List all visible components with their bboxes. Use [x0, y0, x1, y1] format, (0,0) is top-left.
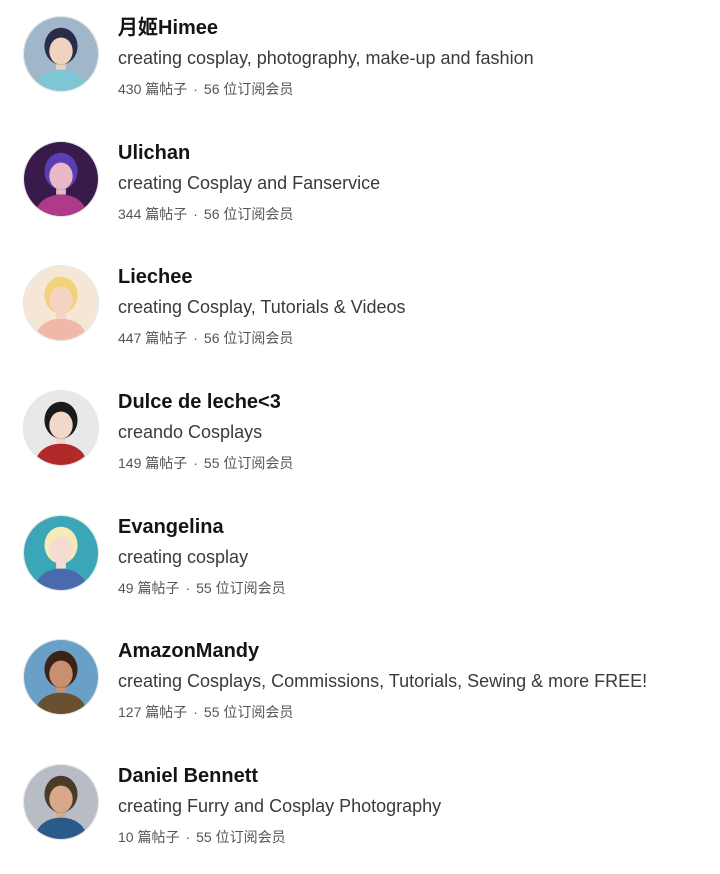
- avatar-shape: [49, 286, 73, 314]
- stat-separator: ·: [185, 580, 191, 596]
- creator-tagline: creating Furry and Cosplay Photography: [118, 796, 442, 816]
- avatar-shape: [49, 411, 73, 439]
- member-count: 55 位订阅会员: [196, 580, 286, 596]
- creator-row[interactable]: Ulichan creating Cosplay and Fanservice …: [0, 141, 720, 251]
- member-count: 56 位订阅会员: [203, 81, 294, 97]
- avatar-shape: [49, 37, 73, 65]
- member-count: 55 位订阅会员: [203, 704, 294, 720]
- avatar-shape: [49, 536, 73, 564]
- avatar-image: [24, 266, 98, 340]
- avatar-image: [24, 516, 98, 590]
- creator-stats: 149 篇帖子 · 55 位订阅会员: [118, 454, 293, 472]
- creator-avatar[interactable]: [23, 16, 99, 92]
- avatar-image: [24, 640, 98, 714]
- avatar-shape: [49, 162, 73, 190]
- post-count: 49 篇帖子: [118, 580, 180, 596]
- post-count: 127 篇帖子: [118, 704, 188, 720]
- creator-row[interactable]: 月姬Himee creating cosplay, photography, m…: [0, 16, 720, 126]
- creator-stats: 430 篇帖子 · 56 位订阅会员: [118, 80, 293, 98]
- post-count: 10 篇帖子: [118, 829, 180, 845]
- creator-avatar[interactable]: [23, 639, 99, 715]
- creator-tagline: creando Cosplays: [118, 422, 263, 442]
- creator-tagline: creating cosplay: [118, 547, 249, 567]
- creator-name[interactable]: Liechee: [118, 265, 192, 289]
- stat-separator: ·: [193, 330, 198, 346]
- avatar-image: [24, 391, 98, 465]
- avatar-shape: [49, 785, 73, 813]
- creator-row[interactable]: Liechee creating Cosplay, Tutorials & Vi…: [0, 265, 720, 375]
- post-count: 430 篇帖子: [118, 81, 188, 97]
- creator-name[interactable]: 月姬Himee: [118, 16, 218, 40]
- stat-separator: ·: [185, 829, 191, 845]
- creator-name[interactable]: Dulce de leche<3: [118, 390, 281, 414]
- member-count: 55 位订阅会员: [203, 455, 294, 471]
- creator-row[interactable]: Dulce de leche<3 creando Cosplays 149 篇帖…: [0, 390, 720, 500]
- creator-tagline: creating Cosplays, Commissions, Tutorial…: [118, 671, 648, 691]
- post-count: 447 篇帖子: [118, 330, 188, 346]
- avatar-image: [24, 765, 98, 839]
- avatar-image: [24, 17, 98, 91]
- creator-avatar[interactable]: [23, 515, 99, 591]
- avatar-image: [24, 142, 98, 216]
- creator-stats: 49 篇帖子 · 55 位订阅会员: [118, 579, 286, 597]
- creator-name[interactable]: AmazonMandy: [118, 639, 259, 663]
- stat-separator: ·: [193, 704, 198, 720]
- creator-stats: 127 篇帖子 · 55 位订阅会员: [118, 703, 293, 721]
- member-count: 56 位订阅会员: [203, 330, 294, 346]
- creator-avatar[interactable]: [23, 141, 99, 217]
- creator-row[interactable]: Daniel Bennett creating Furry and Cospla…: [0, 764, 720, 874]
- creator-row[interactable]: Evangelina creating cosplay 49 篇帖子 · 55 位订…: [0, 515, 720, 625]
- creator-avatar[interactable]: [23, 265, 99, 341]
- creator-tagline: creating cosplay, photography, make-up a…: [118, 48, 534, 68]
- stat-separator: ·: [193, 81, 198, 97]
- stat-separator: ·: [193, 206, 198, 222]
- post-count: 149 篇帖子: [118, 455, 188, 471]
- creator-tagline: creating Cosplay and Fanservice: [118, 173, 381, 193]
- creator-stats: 344 篇帖子 · 56 位订阅会员: [118, 205, 293, 223]
- creator-stats: 10 篇帖子 · 55 位订阅会员: [118, 828, 286, 846]
- creator-tagline: creating Cosplay, Tutorials & Videos: [118, 297, 406, 317]
- member-count: 56 位订阅会员: [203, 206, 294, 222]
- avatar-shape: [49, 660, 73, 688]
- creator-name[interactable]: Evangelina: [118, 515, 224, 539]
- creator-row[interactable]: AmazonMandy creating Cosplays, Commissio…: [0, 639, 720, 749]
- creator-name[interactable]: Ulichan: [118, 141, 190, 165]
- post-count: 344 篇帖子: [118, 206, 188, 222]
- stat-separator: ·: [193, 455, 198, 471]
- member-count: 55 位订阅会员: [196, 829, 286, 845]
- creator-list: 月姬Himee creating cosplay, photography, m…: [0, 0, 720, 868]
- creator-avatar[interactable]: [23, 764, 99, 840]
- creator-name[interactable]: Daniel Bennett: [118, 764, 258, 788]
- creator-stats: 447 篇帖子 · 56 位订阅会员: [118, 329, 293, 347]
- creator-avatar[interactable]: [23, 390, 99, 466]
